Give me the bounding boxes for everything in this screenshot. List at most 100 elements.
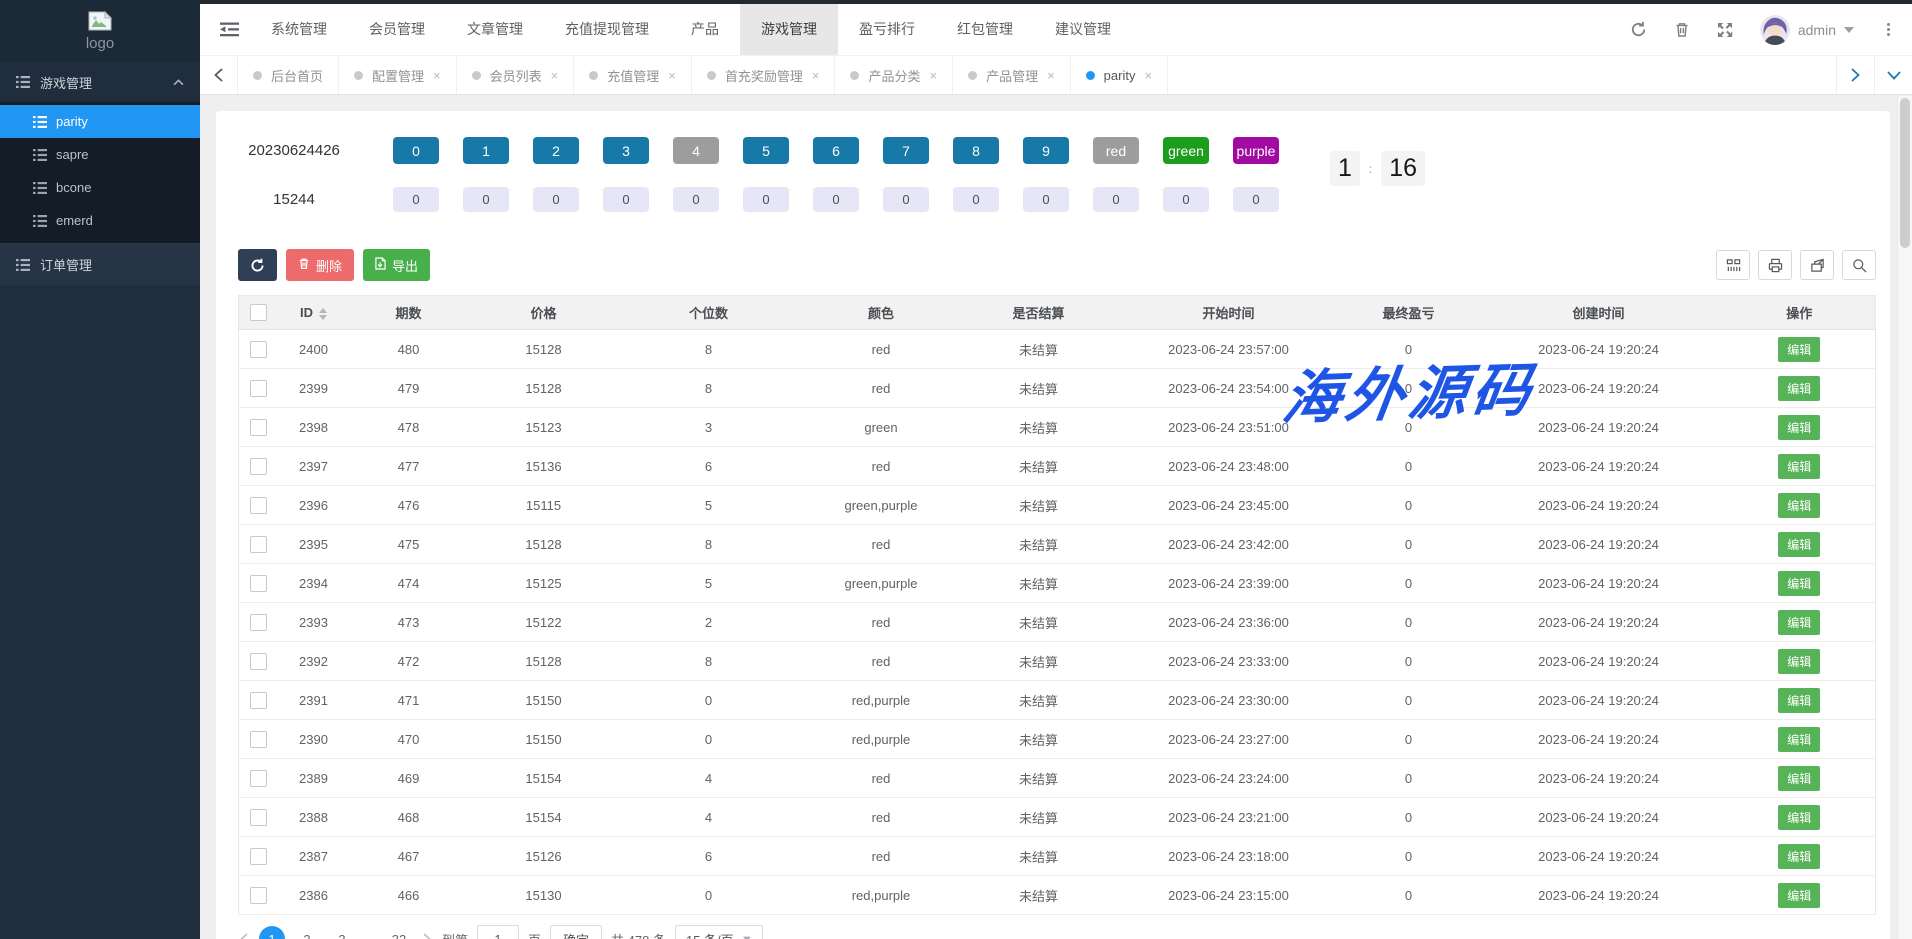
columns-filter-icon[interactable]	[1716, 250, 1750, 280]
tab-close-icon[interactable]: ×	[929, 68, 937, 83]
nav-item-8[interactable]: 建议管理	[1034, 4, 1132, 55]
tab-close-icon[interactable]: ×	[1047, 68, 1055, 83]
edit-button[interactable]: 编辑	[1778, 649, 1820, 674]
bet-button-green[interactable]: green	[1163, 137, 1209, 164]
sort-icon[interactable]	[319, 308, 327, 320]
edit-button[interactable]: 编辑	[1778, 805, 1820, 830]
bet-button-7[interactable]: 7	[883, 137, 929, 164]
edit-button[interactable]: 编辑	[1778, 883, 1820, 908]
row-checkbox[interactable]	[250, 497, 267, 514]
row-checkbox[interactable]	[250, 614, 267, 631]
bet-button-9[interactable]: 9	[1023, 137, 1069, 164]
bet-button-6[interactable]: 6	[813, 137, 859, 164]
print-icon[interactable]	[1758, 250, 1792, 280]
edit-button[interactable]: 编辑	[1778, 493, 1820, 518]
page-3[interactable]: 3	[329, 926, 355, 939]
edit-button[interactable]: 编辑	[1778, 610, 1820, 635]
row-checkbox[interactable]	[250, 770, 267, 787]
sidebar-group-0[interactable]: 游戏管理	[0, 62, 200, 102]
page-1[interactable]: 1	[259, 926, 285, 939]
tab-parity[interactable]: parity ×	[1071, 56, 1168, 94]
bet-button-1[interactable]: 1	[463, 137, 509, 164]
search-icon[interactable]	[1842, 250, 1876, 280]
tabs-scroll-right-icon[interactable]	[1836, 56, 1874, 94]
nav-item-7[interactable]: 红包管理	[936, 4, 1034, 55]
tabs-scroll-left-icon[interactable]	[200, 56, 238, 94]
tab-close-icon[interactable]: ×	[812, 68, 820, 83]
scrollbar[interactable]	[1897, 96, 1912, 939]
edit-button[interactable]: 编辑	[1778, 571, 1820, 596]
column-header-0[interactable]: ID	[279, 296, 349, 330]
prev-page-icon[interactable]	[238, 933, 250, 939]
edit-button[interactable]: 编辑	[1778, 454, 1820, 479]
sidebar-collapse-icon[interactable]	[208, 4, 250, 55]
refresh-icon[interactable]	[1630, 21, 1647, 38]
edit-button[interactable]: 编辑	[1778, 415, 1820, 440]
row-checkbox[interactable]	[250, 380, 267, 397]
tab-close-icon[interactable]: ×	[551, 68, 559, 83]
bet-button-3[interactable]: 3	[603, 137, 649, 164]
edit-button[interactable]: 编辑	[1778, 532, 1820, 557]
nav-item-2[interactable]: 文章管理	[446, 4, 544, 55]
nav-item-4[interactable]: 产品	[670, 4, 740, 55]
row-checkbox[interactable]	[250, 731, 267, 748]
row-checkbox[interactable]	[250, 692, 267, 709]
export-button[interactable]: 导出	[363, 249, 430, 281]
bet-button-red[interactable]: red	[1093, 137, 1139, 164]
tabs-menu-icon[interactable]	[1874, 56, 1912, 94]
tab-close-icon[interactable]: ×	[668, 68, 676, 83]
bet-button-0[interactable]: 0	[393, 137, 439, 164]
sidebar-item-emerd[interactable]: emerd	[0, 204, 200, 237]
page-2[interactable]: 2	[294, 926, 320, 939]
edit-button[interactable]: 编辑	[1778, 337, 1820, 362]
fullscreen-icon[interactable]	[1717, 22, 1733, 38]
edit-button[interactable]: 编辑	[1778, 376, 1820, 401]
bet-button-8[interactable]: 8	[953, 137, 999, 164]
tab-充值管理[interactable]: 充值管理 ×	[574, 56, 692, 94]
page-32[interactable]: 32	[386, 926, 412, 939]
bet-button-4[interactable]: 4	[673, 137, 719, 164]
nav-item-5[interactable]: 游戏管理	[740, 4, 838, 55]
edit-button[interactable]: 编辑	[1778, 844, 1820, 869]
tab-close-icon[interactable]: ×	[433, 68, 441, 83]
bet-button-2[interactable]: 2	[533, 137, 579, 164]
edit-button[interactable]: 编辑	[1778, 688, 1820, 713]
nav-item-0[interactable]: 系统管理	[250, 4, 348, 55]
edit-button[interactable]: 编辑	[1778, 766, 1820, 791]
row-checkbox[interactable]	[250, 653, 267, 670]
export-data-icon[interactable]	[1800, 250, 1834, 280]
row-checkbox[interactable]	[250, 887, 267, 904]
refresh-button[interactable]	[238, 249, 277, 281]
row-checkbox[interactable]	[250, 341, 267, 358]
tab-产品管理[interactable]: 产品管理 ×	[953, 56, 1071, 94]
row-checkbox[interactable]	[250, 536, 267, 553]
goto-page-input[interactable]	[477, 925, 519, 939]
bet-button-5[interactable]: 5	[743, 137, 789, 164]
row-checkbox[interactable]	[250, 848, 267, 865]
goto-confirm-button[interactable]: 确定	[550, 925, 602, 939]
sidebar-item-sapre[interactable]: sapre	[0, 138, 200, 171]
select-all-checkbox[interactable]	[250, 304, 267, 321]
tab-配置管理[interactable]: 配置管理 ×	[339, 56, 457, 94]
nav-item-1[interactable]: 会员管理	[348, 4, 446, 55]
row-checkbox[interactable]	[250, 458, 267, 475]
tab-首充奖励管理[interactable]: 首充奖励管理 ×	[692, 56, 836, 94]
edit-button[interactable]: 编辑	[1778, 727, 1820, 752]
tab-产品分类[interactable]: 产品分类 ×	[835, 56, 953, 94]
row-checkbox[interactable]	[250, 809, 267, 826]
row-checkbox[interactable]	[250, 419, 267, 436]
tab-close-icon[interactable]: ×	[1144, 68, 1152, 83]
bet-button-purple[interactable]: purple	[1233, 137, 1279, 164]
tab-会员列表[interactable]: 会员列表 ×	[457, 56, 575, 94]
sidebar-group-1[interactable]: 订单管理	[0, 243, 200, 285]
user-menu[interactable]: admin	[1760, 15, 1854, 45]
row-checkbox[interactable]	[250, 575, 267, 592]
nav-item-6[interactable]: 盈亏排行	[838, 4, 936, 55]
more-menu-icon[interactable]	[1881, 19, 1896, 40]
sidebar-item-parity[interactable]: parity	[0, 105, 200, 138]
scrollbar-thumb[interactable]	[1900, 98, 1910, 248]
sidebar-item-bcone[interactable]: bcone	[0, 171, 200, 204]
delete-button[interactable]: 删除	[286, 249, 354, 281]
nav-item-3[interactable]: 充值提现管理	[544, 4, 670, 55]
next-page-icon[interactable]	[421, 933, 433, 939]
